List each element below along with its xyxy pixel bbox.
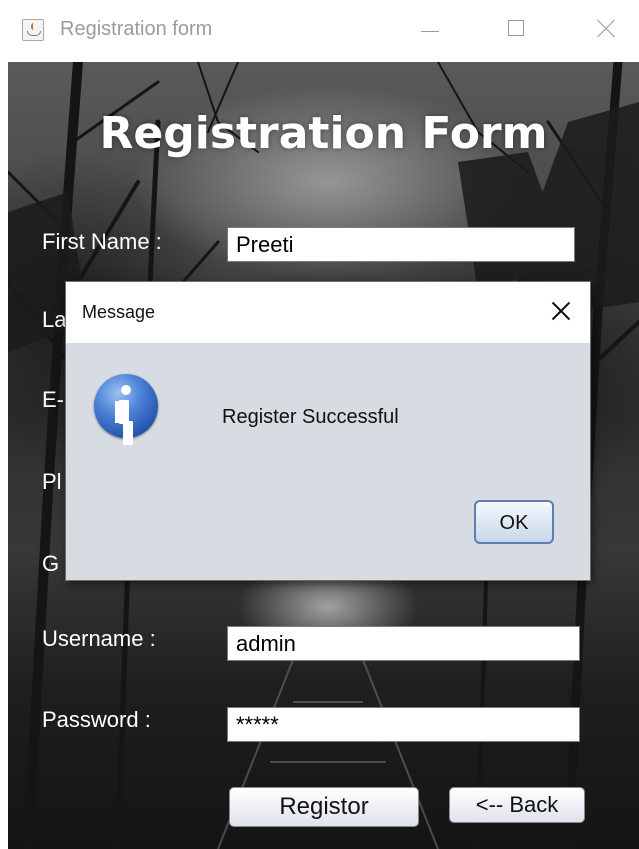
username-field[interactable]: admin <box>227 626 580 661</box>
register-button[interactable]: Registor <box>229 787 419 827</box>
phone-label: Pl <box>42 469 62 494</box>
java-app-icon <box>22 19 44 41</box>
dialog-title-bar: Message <box>66 282 590 343</box>
password-field[interactable]: ***** <box>227 707 580 742</box>
dialog-title: Message <box>82 302 156 322</box>
form-heading: Registration Form <box>99 108 548 159</box>
window-title: Registration form <box>60 18 213 40</box>
ok-button[interactable]: OK <box>474 500 554 544</box>
message-dialog: Message Register Successful OK <box>66 282 590 580</box>
maximize-icon[interactable] <box>500 14 530 44</box>
username-label: Username : <box>42 626 156 651</box>
dialog-close-icon[interactable] <box>546 296 576 326</box>
gender-label: G <box>42 551 60 576</box>
last-name-label: La <box>42 307 66 332</box>
dialog-message: Register Successful <box>222 406 399 428</box>
close-icon[interactable] <box>591 14 621 44</box>
info-icon <box>94 374 158 438</box>
window-title-bar: Registration form <box>0 0 639 62</box>
password-label: Password : <box>42 707 151 732</box>
back-button[interactable]: <-- Back <box>449 787 585 823</box>
minimize-icon[interactable] <box>413 14 443 44</box>
first-name-field[interactable]: Preeti <box>227 227 575 262</box>
first-name-label: First Name : <box>42 229 162 254</box>
email-label: E- <box>42 387 64 412</box>
